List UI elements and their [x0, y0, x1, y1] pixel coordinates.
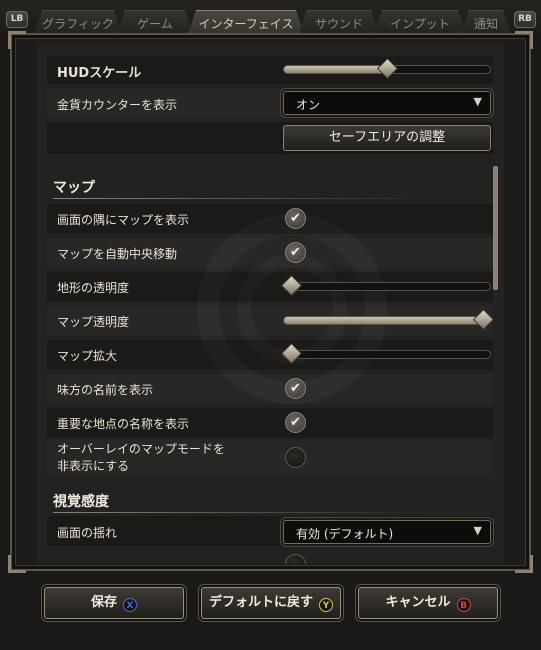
cancel-button[interactable]: キャンセル B — [358, 587, 498, 619]
setting-row-coin-counter[interactable]: 金貨カウンターを表示 オン ▼ — [47, 88, 493, 118]
tab-input[interactable]: インプット — [374, 10, 466, 34]
setting-row-safe-area: セーフエリアの調整 — [47, 122, 493, 154]
section-divider — [53, 198, 437, 199]
setting-row-screen-shake[interactable]: 画面の揺れ 有効 (デフォルト) ▼ — [47, 516, 493, 546]
x-button-icon: X — [123, 598, 137, 612]
section-divider — [53, 512, 437, 513]
checkbox-unchecked-icon[interactable] — [285, 447, 306, 468]
y-button-icon: Y — [319, 598, 333, 612]
map-corner-label: 画面の隅にマップを表示 — [57, 213, 190, 227]
scrollbar-thumb[interactable] — [493, 166, 498, 290]
terrain-opacity-slider[interactable] — [280, 274, 491, 297]
safe-area-button[interactable]: セーフエリアの調整 — [283, 125, 491, 151]
map-autocenter-label: マップを自動中央移動 — [57, 247, 178, 261]
setting-row-terrain-opacity[interactable]: 地形の透明度 — [47, 272, 493, 302]
setting-row-map-zoom[interactable]: マップ拡大 — [47, 340, 493, 370]
frame-corner — [515, 555, 533, 573]
b-button-icon: B — [456, 598, 471, 612]
frame-corner — [515, 31, 533, 49]
map-opacity-slider[interactable] — [283, 308, 495, 331]
lb-bumper-icon[interactable]: LB — [6, 11, 28, 28]
slider-knob[interactable] — [472, 308, 495, 331]
screen-shake-label: 画面の揺れ — [57, 526, 118, 540]
coin-counter-label: 金貨カウンターを表示 — [57, 98, 178, 112]
hide-overlay-label-line2: 非表示にする — [57, 459, 130, 473]
checkmark-icon[interactable]: ✔ — [285, 208, 306, 229]
setting-row-map-opacity[interactable]: マップ透明度 — [47, 306, 495, 336]
screen-shake-dropdown[interactable]: 有効 (デフォルト) ▼ — [283, 520, 491, 544]
chevron-down-icon: ▼ — [473, 524, 482, 537]
setting-row-map-corner[interactable]: 画面の隅にマップを表示 ✔ — [47, 204, 493, 234]
tab-bar: LB グラフィック ゲーム インターフェイス サウンド インプット 通知 RB — [0, 0, 541, 34]
tab-interface[interactable]: インターフェイス — [188, 10, 304, 34]
cancel-label: キャンセル — [385, 595, 451, 610]
checkmark-icon[interactable]: ✔ — [285, 378, 306, 399]
checkbox-partial-icon[interactable] — [285, 554, 306, 564]
poi-names-label: 重要な地点の名称を表示 — [57, 417, 190, 431]
frame-corner — [8, 555, 26, 573]
save-label: 保存 — [90, 595, 117, 610]
ally-names-label: 味方の名前を表示 — [57, 383, 154, 397]
map-zoom-slider[interactable] — [280, 342, 491, 365]
slider-knob[interactable] — [280, 342, 303, 365]
reset-label: デフォルトに戻す — [208, 595, 313, 610]
slider-fill — [284, 317, 490, 324]
terrain-opacity-label: 地形の透明度 — [57, 281, 130, 295]
rb-bumper-icon[interactable]: RB — [514, 11, 536, 28]
checkmark-icon[interactable]: ✔ — [285, 242, 306, 263]
bottom-bar: 保存 X デフォルトに戻す Y キャンセル B — [0, 575, 541, 650]
checkmark-icon[interactable]: ✔ — [285, 412, 306, 433]
tab-sound[interactable]: サウンド — [299, 10, 379, 34]
chevron-down-icon: ▼ — [473, 95, 482, 108]
setting-row-hide-overlay[interactable]: オーバーレイのマップモードを 非表示にする — [47, 440, 493, 474]
map-opacity-label: マップ透明度 — [57, 315, 130, 329]
slider-knob[interactable] — [376, 57, 399, 80]
slider-fill — [284, 66, 387, 73]
dropdown-value: オン — [296, 98, 321, 112]
section-title-map: マップ — [53, 180, 95, 196]
slider-knob[interactable] — [280, 274, 303, 297]
setting-row-ally-names[interactable]: 味方の名前を表示 ✔ — [47, 374, 493, 404]
tab-graphics[interactable]: グラフィック — [34, 10, 122, 34]
tab-notifications[interactable]: 通知 — [461, 10, 511, 34]
map-zoom-label: マップ拡大 — [57, 349, 118, 363]
dropdown-value: 有効 (デフォルト) — [296, 527, 394, 541]
hide-overlay-label-line1: オーバーレイのマップモードを — [57, 442, 225, 456]
coin-counter-dropdown[interactable]: オン ▼ — [283, 91, 491, 115]
save-button[interactable]: 保存 X — [44, 587, 184, 619]
setting-row-map-autocenter[interactable]: マップを自動中央移動 ✔ — [47, 238, 493, 268]
reset-defaults-button[interactable]: デフォルトに戻す Y — [201, 587, 341, 619]
section-title-visual: 視覚感度 — [53, 494, 109, 510]
hud-scale-slider[interactable] — [283, 57, 491, 80]
frame-corner — [8, 31, 26, 49]
settings-panel[interactable]: HUDスケール 金貨カウンターを表示 オン ▼ セーフエリアの調整 マップ 画面… — [37, 44, 504, 564]
hud-scale-label: HUDスケール — [57, 66, 142, 81]
tab-game[interactable]: ゲーム — [117, 10, 193, 34]
setting-row-poi-names[interactable]: 重要な地点の名称を表示 ✔ — [47, 408, 493, 438]
setting-row-hud-scale[interactable]: HUDスケール — [47, 56, 493, 84]
